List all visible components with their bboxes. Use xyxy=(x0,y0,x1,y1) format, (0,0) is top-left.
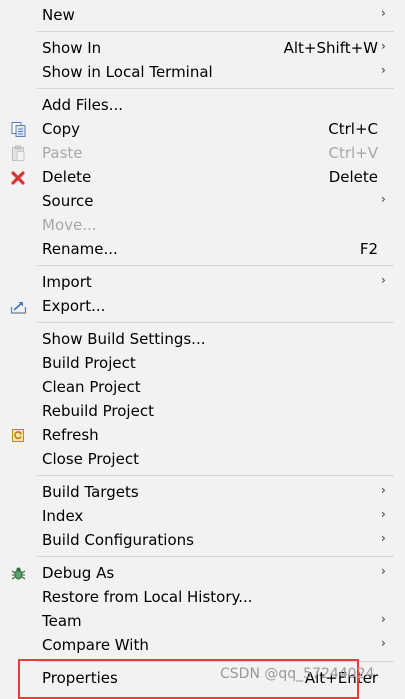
menu-item-label: Index xyxy=(42,507,84,525)
menu-item-shortcut: F2 xyxy=(359,240,378,258)
menu-item-rebuild-project[interactable]: Rebuild Project xyxy=(0,399,405,423)
menu-item-show-in-local-terminal[interactable]: Show in Local Terminal › xyxy=(0,60,405,84)
watermark-text: CSDN @qq_57244024 xyxy=(220,666,375,682)
menu-item-show-in[interactable]: Show In Alt+Shift+W › xyxy=(0,36,405,60)
submenu-arrow-icon: › xyxy=(381,636,386,650)
menu-item-export[interactable]: Export... xyxy=(0,294,405,318)
menu-item-team[interactable]: Team › xyxy=(0,609,405,633)
menu-item-label: Rebuild Project xyxy=(42,402,154,420)
menu-item-compare-with[interactable]: Compare With › xyxy=(0,633,405,657)
menu-item-show-build-settings[interactable]: Show Build Settings... xyxy=(0,327,405,351)
menu-item-label: Source xyxy=(42,192,94,210)
menu-separator xyxy=(37,265,394,266)
menu-item-label: Show In xyxy=(42,39,102,57)
menu-separator xyxy=(37,31,394,32)
menu-item-label: Delete xyxy=(42,168,92,186)
menu-item-label: Add Files... xyxy=(42,96,124,114)
menu-item-label: Compare With xyxy=(42,636,149,654)
menu-item-import[interactable]: Import › xyxy=(0,270,405,294)
submenu-arrow-icon: › xyxy=(381,507,386,521)
menu-separator xyxy=(37,475,394,476)
submenu-arrow-icon: › xyxy=(381,192,386,206)
submenu-arrow-icon: › xyxy=(381,39,386,53)
menu-separator xyxy=(37,88,394,89)
menu-item-shortcut: Delete xyxy=(328,168,378,186)
menu-item-label: Refresh xyxy=(42,426,99,444)
menu-item-label: Paste xyxy=(42,144,83,162)
menu-item-label: Clean Project xyxy=(42,378,141,396)
delete-icon xyxy=(10,169,27,186)
menu-item-shortcut: Alt+Shift+W xyxy=(283,39,378,57)
menu-item-move[interactable]: Move... xyxy=(0,213,405,237)
menu-item-label: Build Targets xyxy=(42,483,139,501)
menu-item-copy[interactable]: Copy Ctrl+C xyxy=(0,117,405,141)
menu-item-label: Debug As xyxy=(42,564,115,582)
menu-item-paste[interactable]: Paste Ctrl+V xyxy=(0,141,405,165)
submenu-arrow-icon: › xyxy=(381,612,386,626)
menu-item-add-files[interactable]: Add Files... xyxy=(0,93,405,117)
bug-icon xyxy=(10,565,27,582)
menu-item-label: Rename... xyxy=(42,240,118,258)
menu-item-label: Import xyxy=(42,273,92,291)
menu-item-build-configurations[interactable]: Build Configurations › xyxy=(0,528,405,552)
menu-item-label: Show in Local Terminal xyxy=(42,63,213,81)
menu-item-label: Copy xyxy=(42,120,81,138)
context-menu: New › Show In Alt+Shift+W › Show in Loca… xyxy=(0,0,405,699)
submenu-arrow-icon: › xyxy=(381,531,386,545)
menu-item-label: Export... xyxy=(42,297,106,315)
menu-item-rename[interactable]: Rename... F2 xyxy=(0,237,405,261)
menu-item-clean-project[interactable]: Clean Project xyxy=(0,375,405,399)
export-icon xyxy=(10,298,27,315)
menu-item-label: Restore from Local History... xyxy=(42,588,253,606)
copy-icon xyxy=(10,121,27,138)
menu-item-label: Build Configurations xyxy=(42,531,194,549)
menu-item-refresh[interactable]: Refresh xyxy=(0,423,405,447)
menu-item-build-targets[interactable]: Build Targets › xyxy=(0,480,405,504)
menu-item-label: Team xyxy=(42,612,82,630)
submenu-arrow-icon: › xyxy=(381,564,386,578)
submenu-arrow-icon: › xyxy=(381,273,386,287)
menu-item-new[interactable]: New › xyxy=(0,3,405,27)
menu-item-shortcut: Ctrl+C xyxy=(328,120,378,138)
menu-separator xyxy=(37,322,394,323)
menu-item-close-project[interactable]: Close Project xyxy=(0,447,405,471)
paste-icon xyxy=(10,145,27,162)
menu-item-debug-as[interactable]: Debug As › xyxy=(0,561,405,585)
submenu-arrow-icon: › xyxy=(381,483,386,497)
menu-item-restore-local-history[interactable]: Restore from Local History... xyxy=(0,585,405,609)
menu-item-label: Move... xyxy=(42,216,97,234)
menu-item-label: Show Build Settings... xyxy=(42,330,206,348)
menu-item-shortcut: Ctrl+V xyxy=(328,144,378,162)
submenu-arrow-icon: › xyxy=(381,63,386,77)
menu-item-index[interactable]: Index › xyxy=(0,504,405,528)
menu-item-label: Close Project xyxy=(42,450,139,468)
menu-item-build-project[interactable]: Build Project xyxy=(0,351,405,375)
refresh-icon xyxy=(10,427,27,444)
menu-item-delete[interactable]: Delete Delete xyxy=(0,165,405,189)
menu-item-source[interactable]: Source › xyxy=(0,189,405,213)
menu-separator xyxy=(37,556,394,557)
menu-item-label: Build Project xyxy=(42,354,136,372)
menu-item-label: New xyxy=(42,6,75,24)
submenu-arrow-icon: › xyxy=(381,6,386,20)
